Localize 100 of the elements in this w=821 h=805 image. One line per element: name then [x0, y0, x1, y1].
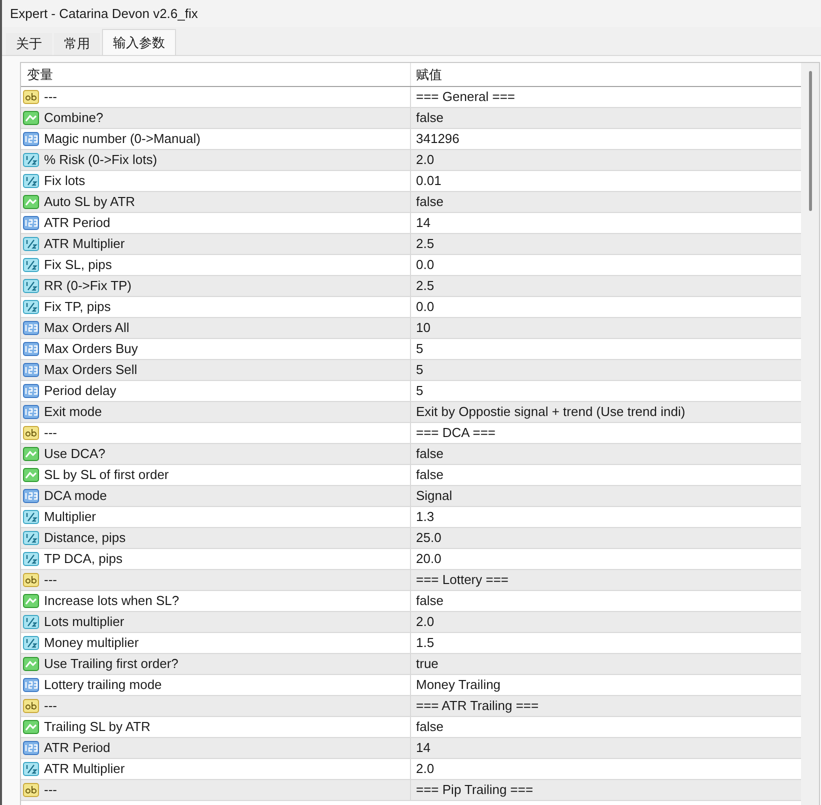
parameter-value[interactable]: 14 — [416, 738, 430, 758]
parameter-value[interactable]: Exit by Oppostie signal + trend (Use trend indi) — [416, 402, 686, 422]
parameter-name: DCA mode — [44, 487, 107, 506]
parameter-name: Magic number (0->Manual) — [44, 130, 200, 148]
parameter-name: Max Orders All — [44, 319, 130, 338]
parameter-value[interactable]: 1.3 — [416, 507, 434, 527]
column-header[interactable]: 赋值 — [416, 64, 442, 84]
parameter-name: ATR Period — [44, 214, 110, 232]
parameter-name: SL by SL of first order — [44, 466, 169, 484]
parameter-value[interactable]: 5 — [416, 360, 424, 380]
parameter-value[interactable]: 14 — [416, 213, 430, 233]
fraction-type-icon — [23, 509, 39, 525]
toggle-type-icon — [23, 194, 39, 210]
parameter-name: Fix lots — [44, 172, 86, 190]
parameter-name: --- — [44, 88, 57, 106]
parameter-value[interactable]: === ATR Trailing === — [416, 696, 539, 716]
tab[interactable]: 常用 — [54, 33, 100, 55]
parameter-value[interactable]: 2.0 — [416, 150, 434, 170]
parameter-value[interactable]: 2.5 — [416, 276, 434, 296]
toggle-type-icon — [23, 110, 39, 126]
tab[interactable]: 输入参数 — [102, 29, 176, 55]
parameter-value[interactable]: === Pip Trailing === — [416, 780, 534, 800]
parameter-value[interactable]: 0.0 — [416, 297, 434, 317]
parameter-value[interactable]: 20.0 — [416, 549, 442, 569]
fraction-type-icon — [23, 152, 39, 168]
parameter-name: --- — [44, 571, 57, 590]
text-type-icon — [23, 572, 39, 588]
parameter-name: --- — [44, 781, 57, 800]
text-type-icon — [23, 425, 39, 441]
parameter-name: Use DCA? — [44, 445, 106, 464]
parameter-value[interactable]: false — [416, 108, 444, 128]
tab[interactable]: 关于 — [6, 33, 52, 55]
parameter-value[interactable]: true — [416, 654, 438, 674]
parameter-value[interactable]: false — [416, 717, 444, 737]
parameter-name: Fix TP, pips — [44, 298, 111, 316]
parameter-name: % Risk (0->Fix lots) — [44, 151, 158, 170]
text-type-icon — [23, 782, 39, 798]
parameter-value[interactable]: false — [416, 465, 444, 485]
scrollbar[interactable] — [801, 63, 819, 805]
parameter-name: Max Orders Buy — [44, 340, 138, 358]
parameter-name: Lots multiplier — [44, 613, 124, 632]
toggle-type-icon — [23, 656, 39, 672]
parameter-name: Distance, pips — [44, 529, 126, 548]
text-type-icon — [23, 698, 39, 714]
parameter-value[interactable]: 2.5 — [416, 234, 434, 254]
parameter-name: Max Orders Sell — [44, 361, 138, 380]
parameter-name: --- — [44, 424, 57, 442]
parameter-name: RR (0->Fix TP) — [44, 277, 132, 296]
parameter-value[interactable]: false — [416, 444, 444, 464]
parameter-name: TP DCA, pips — [44, 550, 123, 568]
parameter-value[interactable]: 1.5 — [416, 633, 434, 653]
fraction-type-icon — [23, 278, 39, 294]
integer-type-icon — [23, 362, 39, 378]
parameter-value[interactable]: Money Trailing — [416, 675, 501, 695]
parameter-name: Money multiplier — [44, 634, 139, 652]
parameter-value[interactable]: 5 — [416, 381, 424, 401]
parameter-value[interactable]: 341296 — [416, 129, 460, 149]
parameter-name: ATR Multiplier — [44, 235, 125, 254]
parameter-value[interactable]: 25.0 — [416, 528, 442, 548]
parameter-value[interactable]: === DCA === — [416, 423, 496, 443]
parameter-value[interactable]: 5 — [416, 339, 424, 359]
parameter-name: Use Trailing first order? — [44, 655, 178, 674]
parameter-name: Auto SL by ATR — [44, 193, 136, 212]
parameter-value[interactable]: === Lottery === — [416, 570, 509, 590]
integer-type-icon — [23, 488, 39, 504]
parameter-name: Multiplier — [44, 508, 96, 526]
fraction-type-icon — [23, 236, 39, 252]
parameter-name: --- — [44, 697, 57, 716]
fraction-type-icon — [23, 761, 39, 777]
parameter-value[interactable]: false — [416, 192, 444, 212]
parameter-value[interactable]: === General === — [416, 87, 516, 107]
parameter-value[interactable]: Signal — [416, 486, 452, 506]
integer-type-icon — [23, 740, 39, 756]
parameter-name: Combine? — [44, 109, 104, 128]
parameter-value[interactable]: 0.0 — [416, 255, 434, 275]
integer-type-icon — [23, 320, 39, 336]
parameter-name: Period delay — [44, 382, 116, 400]
parameter-value[interactable]: 2.0 — [416, 612, 434, 632]
scrollbar-thumb[interactable] — [808, 71, 812, 211]
window-title: Expert - Catarina Devon v2.6_fix — [10, 4, 198, 23]
fraction-type-icon — [23, 614, 39, 630]
parameter-name: Increase lots when SL? — [44, 592, 180, 610]
fraction-type-icon — [23, 551, 39, 567]
column-header[interactable]: 变量 — [27, 64, 53, 84]
fraction-type-icon — [23, 257, 39, 273]
fraction-type-icon — [23, 299, 39, 315]
parameter-value[interactable]: false — [416, 591, 444, 611]
parameter-value[interactable]: 2.0 — [416, 759, 434, 779]
parameter-name: Exit mode — [44, 403, 102, 422]
parameter-value[interactable]: 0.01 — [416, 171, 442, 191]
parameter-name: Trailing SL by ATR — [44, 718, 150, 736]
parameter-name: ATR Period — [44, 739, 110, 758]
parameter-name: Fix SL, pips — [44, 256, 112, 274]
parameter-value[interactable]: 10 — [416, 318, 430, 338]
parameter-name: ATR Multiplier — [44, 760, 125, 778]
integer-type-icon — [23, 404, 39, 420]
text-type-icon — [23, 89, 39, 105]
fraction-type-icon — [23, 635, 39, 651]
fraction-type-icon — [23, 173, 39, 189]
fraction-type-icon — [23, 530, 39, 546]
